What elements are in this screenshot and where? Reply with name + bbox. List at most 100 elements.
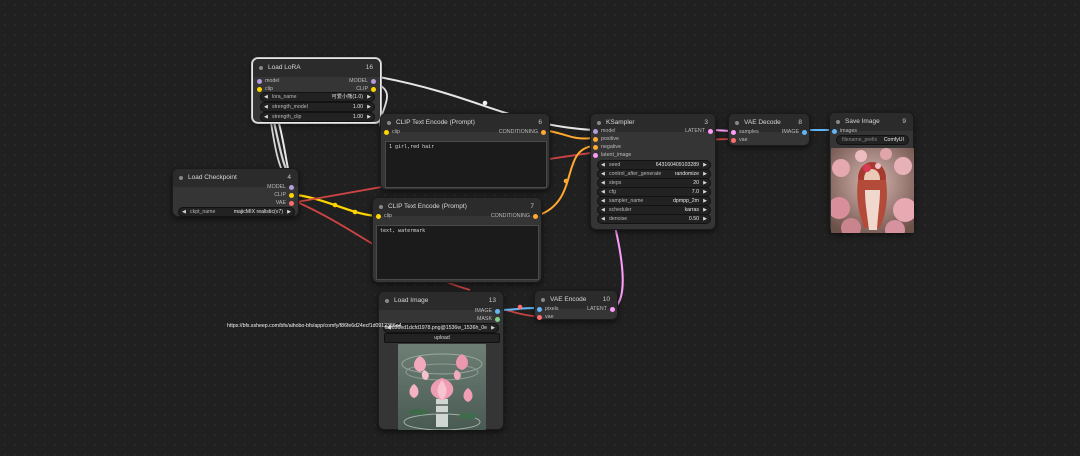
output-slot-image[interactable]: IMAGE: [782, 128, 807, 136]
widget-filename-prefix[interactable]: filename_prefix ComfyUI: [836, 135, 909, 145]
slot-dot-icon[interactable]: [802, 129, 807, 135]
widget-strength-model[interactable]: ◀ strength_model 1.00 ▶: [260, 102, 375, 112]
prompt-textarea[interactable]: text, watermark: [376, 225, 539, 280]
arrow-right-icon[interactable]: ▶: [703, 188, 707, 196]
input-slot-negative[interactable]: negative: [593, 143, 621, 151]
slot-dot-icon[interactable]: [593, 136, 598, 142]
input-slot-clip[interactable]: clip: [384, 128, 400, 136]
collapse-dot-icon[interactable]: [541, 298, 545, 302]
slot-dot-icon[interactable]: [257, 86, 262, 92]
slot-dot-icon[interactable]: [289, 192, 294, 198]
slot-dot-icon[interactable]: [731, 129, 736, 135]
arrow-left-icon[interactable]: ◀: [601, 179, 605, 187]
widget-denoise[interactable]: ◀ denoise 0.50 ▶: [597, 214, 711, 224]
output-slot-latent[interactable]: LATENT: [685, 127, 713, 135]
upload-button[interactable]: upload: [384, 333, 500, 343]
slot-dot-icon[interactable]: [708, 128, 713, 134]
collapse-dot-icon[interactable]: [179, 176, 183, 180]
arrow-right-icon[interactable]: ▶: [491, 324, 495, 332]
arrow-left-icon[interactable]: ◀: [601, 197, 605, 205]
arrow-right-icon[interactable]: ▶: [367, 103, 371, 111]
arrow-right-icon[interactable]: ▶: [703, 206, 707, 214]
slot-dot-icon[interactable]: [257, 78, 262, 84]
collapse-dot-icon[interactable]: [735, 121, 739, 125]
input-slot-model[interactable]: model: [257, 77, 279, 85]
slot-dot-icon[interactable]: [289, 200, 294, 206]
slot-dot-icon[interactable]: [593, 152, 598, 158]
arrow-right-icon[interactable]: ▶: [287, 208, 291, 216]
output-slot-conditioning[interactable]: CONDITIONING: [491, 212, 538, 220]
node-load-image[interactable]: Load Image 13 IMAGE MASK ◀ 4fb9d98ed1dcf…: [378, 291, 504, 430]
widget-label: control_after_generate: [609, 171, 662, 177]
slot-dot-icon[interactable]: [533, 213, 538, 219]
arrow-right-icon[interactable]: ▶: [703, 161, 707, 169]
arrow-left-icon[interactable]: ◀: [264, 93, 268, 101]
node-load-checkpoint[interactable]: Load Checkpoint 4 MODEL CLIP VAE ◀ ckpt_…: [172, 168, 299, 217]
output-slot-model[interactable]: MODEL: [267, 183, 294, 191]
output-slot-latent[interactable]: LATENT: [587, 305, 615, 313]
arrow-left-icon[interactable]: ◀: [601, 170, 605, 178]
arrow-left-icon[interactable]: ◀: [601, 161, 605, 169]
collapse-dot-icon[interactable]: [385, 299, 389, 303]
arrow-left-icon[interactable]: ◀: [264, 103, 268, 111]
node-clip-text-encode-positive[interactable]: CLIP Text Encode (Prompt) 6 clip CONDITI…: [380, 113, 550, 190]
node-vae-decode[interactable]: VAE Decode 8 samples vae IMAGE: [728, 113, 810, 146]
node-vae-encode[interactable]: VAE Encode 10 pixels vae LATENT: [534, 290, 618, 320]
arrow-right-icon[interactable]: ▶: [703, 215, 707, 223]
input-slot-positive[interactable]: positive: [593, 135, 619, 143]
collapse-dot-icon[interactable]: [379, 205, 383, 209]
slot-dot-icon[interactable]: [495, 308, 500, 314]
slot-dot-icon[interactable]: [731, 137, 736, 143]
slot-dot-icon[interactable]: [593, 128, 598, 134]
output-slot-vae[interactable]: VAE: [276, 199, 294, 207]
node-title-bar[interactable]: Load LoRA 16: [253, 59, 380, 77]
input-slot-vae[interactable]: vae: [731, 136, 748, 144]
slot-dot-icon[interactable]: [376, 213, 381, 219]
slot-dot-icon[interactable]: [537, 306, 542, 312]
input-slot-model[interactable]: model: [593, 127, 615, 135]
arrow-left-icon[interactable]: ◀: [182, 208, 186, 216]
collapse-dot-icon[interactable]: [259, 66, 263, 70]
output-slot-mask[interactable]: MASK: [477, 315, 500, 323]
slot-dot-icon[interactable]: [384, 129, 389, 135]
output-slot-image[interactable]: IMAGE: [475, 307, 500, 315]
slot-dot-icon[interactable]: [832, 128, 837, 134]
input-slot-images[interactable]: images: [832, 127, 857, 135]
collapse-dot-icon[interactable]: [836, 120, 840, 124]
node-clip-text-encode-negative[interactable]: CLIP Text Encode (Prompt) 7 clip CONDITI…: [372, 197, 542, 283]
input-slot-latent-image[interactable]: latent_image: [593, 151, 631, 159]
arrow-right-icon[interactable]: ▶: [703, 197, 707, 205]
arrow-left-icon[interactable]: ◀: [264, 113, 268, 121]
slot-dot-icon[interactable]: [289, 184, 294, 190]
input-slot-samples[interactable]: samples: [731, 128, 759, 136]
output-slot-model[interactable]: MODEL: [349, 77, 376, 85]
input-slot-clip[interactable]: clip: [376, 212, 392, 220]
slot-dot-icon[interactable]: [371, 78, 376, 84]
slot-dot-icon[interactable]: [541, 129, 546, 135]
slot-dot-icon[interactable]: [610, 306, 615, 312]
slot-dot-icon[interactable]: [371, 86, 376, 92]
slot-dot-icon[interactable]: [495, 316, 500, 322]
node-save-image[interactable]: Save Image 9 images filename_prefix Comf…: [829, 112, 914, 233]
arrow-left-icon[interactable]: ◀: [601, 215, 605, 223]
node-load-lora[interactable]: Load LoRA 16 model clip MODEL CLIP ◀ lor…: [252, 58, 381, 123]
widget-ckpt-name[interactable]: ◀ ckpt_name majicMIX realistic(v7) ▶: [178, 207, 295, 217]
output-slot-conditioning[interactable]: CONDITIONING: [499, 128, 546, 136]
arrow-right-icon[interactable]: ▶: [703, 179, 707, 187]
prompt-textarea[interactable]: 1 girl,red hair: [385, 141, 547, 188]
arrow-left-icon[interactable]: ◀: [601, 188, 605, 196]
collapse-dot-icon[interactable]: [387, 121, 391, 125]
slot-dot-icon[interactable]: [593, 144, 598, 150]
input-slot-vae[interactable]: vae: [537, 313, 554, 321]
slot-dot-icon[interactable]: [537, 314, 542, 320]
collapse-dot-icon[interactable]: [597, 121, 601, 125]
arrow-right-icon[interactable]: ▶: [367, 93, 371, 101]
arrow-right-icon[interactable]: ▶: [367, 113, 371, 121]
widget-lora-name[interactable]: ◀ lora_name 可爱小熊(1.0) ▶: [260, 92, 375, 102]
node-ksampler[interactable]: KSampler 3 model positive negative laten…: [590, 113, 716, 230]
arrow-right-icon[interactable]: ▶: [703, 170, 707, 178]
input-slot-pixels[interactable]: pixels: [537, 305, 559, 313]
widget-strength-clip[interactable]: ◀ strength_clip 1.00 ▶: [260, 112, 375, 122]
arrow-left-icon[interactable]: ◀: [601, 206, 605, 214]
output-slot-clip[interactable]: CLIP: [274, 191, 294, 199]
